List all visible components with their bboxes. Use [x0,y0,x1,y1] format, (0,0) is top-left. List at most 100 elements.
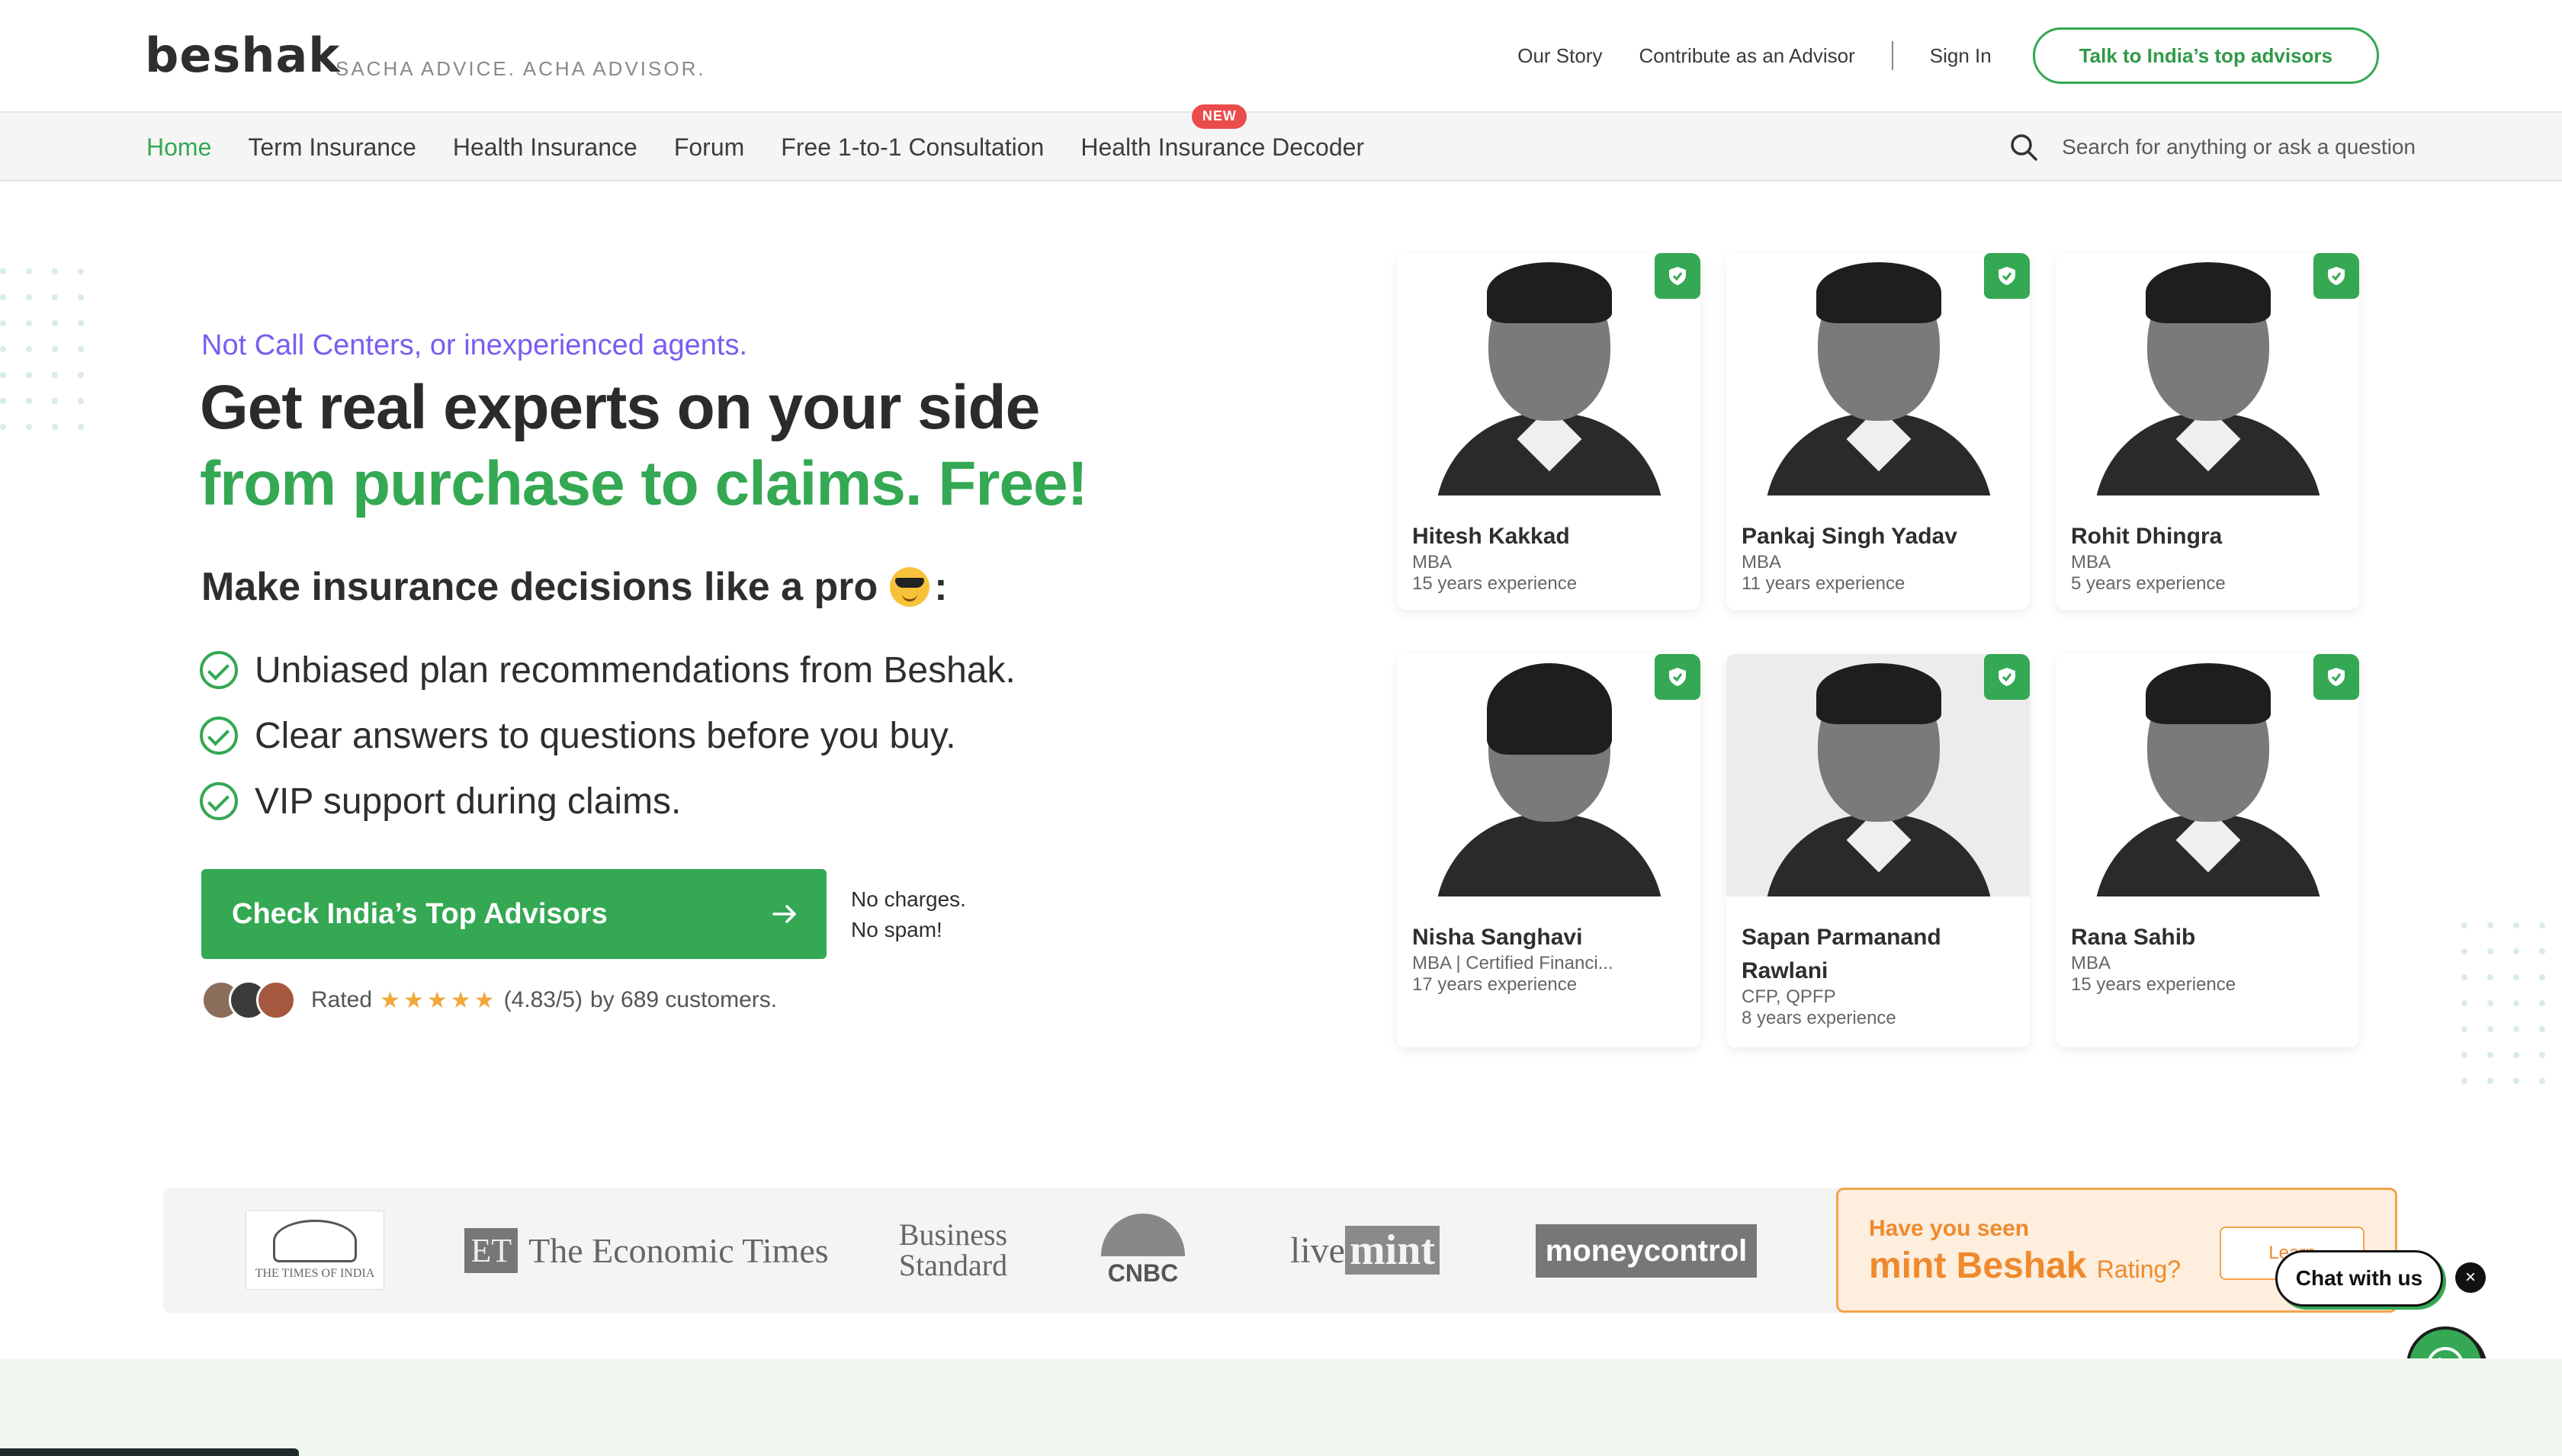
mint-prefix: live [1290,1230,1345,1271]
promo-rating-word: Rating? [2096,1256,2182,1283]
beshak-logo[interactable]: beshak [145,27,341,83]
nav-health-insurance[interactable]: Health Insurance [453,133,637,162]
search-bar[interactable]: Search for anything or ask a question [2008,113,2416,181]
nav-health-insurance-decoder[interactable]: Health Insurance Decoder NEW [1080,104,1365,162]
promo-brand-beshak: Beshak [1956,1246,2087,1286]
times-of-india-logo: THE TIMES OF INDIA [246,1211,384,1290]
star-icon: ★ [380,987,400,1013]
link-divider [1891,41,1893,70]
top-header: beshak SACHA ADVICE. ACHA ADVISOR. Our S… [0,0,2562,113]
no-charges-note: No charges. No spam! [851,884,966,945]
star-icon: ★ [450,987,471,1013]
economic-times-logo: ET The Economic Times [464,1211,829,1290]
verified-shield-icon [2313,253,2359,299]
toi-emblem-icon [273,1220,357,1262]
et-mark: ET [464,1227,518,1273]
verified-shield-icon [1984,253,2030,299]
livemint-logo: live mint [1281,1211,1449,1290]
tagline: SACHA ADVICE. ACHA ADVISOR. [336,57,706,80]
advisor-card[interactable]: Nisha Sanghavi MBA | Certified Financi..… [1397,654,1700,1047]
main-nav: Home Term Insurance Health Insurance For… [0,104,2562,181]
star-icon: ★ [426,987,448,1013]
sunglasses-emoji-icon [890,567,930,607]
peacock-icon [1101,1213,1185,1256]
decorative-dots-right [2461,922,2545,1084]
nav-forum[interactable]: Forum [674,133,744,162]
benefit-text: Unbiased plan recommendations from Besha… [255,649,1016,691]
no-spam-text: No spam! [851,918,942,941]
advisor-name: Rohit Dhingra [2071,524,2223,549]
promo-question: Have you seen [1869,1216,2030,1241]
advisor-qualification: CFP, QPFP [1742,986,1836,1007]
et-label: The Economic Times [528,1230,829,1270]
nav-free-consultation[interactable]: Free 1-to-1 Consultation [781,133,1044,162]
advisor-name: Hitesh Kakkad [1412,524,1570,549]
advisor-name: Sapan Parmanand Rawlani [1742,925,1941,983]
subhead-text: Make insurance decisions like a pro [201,565,878,609]
search-input[interactable]: Search for anything or ask a question [2062,135,2416,159]
verified-shield-icon [2313,654,2359,700]
bottom-toast-bar [0,1448,299,1456]
advisor-card[interactable]: Sapan Parmanand Rawlani CFP, QPFP 8 year… [1726,654,2030,1047]
promo-brand-mint: mint [1869,1246,1947,1286]
arrow-right-icon [772,905,796,923]
advisor-card[interactable]: Rana Sahib MBA 15 years experience [2056,654,2359,1047]
nav-term-insurance[interactable]: Term Insurance [248,133,416,162]
bs-line2: Standard [898,1248,1008,1282]
nav-decoder-label: Health Insurance Decoder [1080,133,1365,161]
advisor-experience: 11 years experience [1742,573,1905,594]
no-charges-text: No charges. [851,887,966,911]
advisor-experience: 15 years experience [2071,974,2236,995]
advisor-card[interactable]: Pankaj Singh Yadav MBA 11 years experien… [1726,253,2030,610]
benefit-list: Unbiased plan recommendations from Besha… [200,637,1016,834]
advisor-name: Rana Sahib [2071,925,2196,950]
hero-subhead: Make insurance decisions like a pro : [201,564,948,610]
advisor-name: Pankaj Singh Yadav [1742,524,1957,549]
benefit-text: VIP support during claims. [255,781,682,822]
advisor-qualification: MBA | Certified Financi... [1412,953,1613,973]
our-story-link[interactable]: Our Story [1517,44,1602,68]
subhead-colon: : [934,565,948,609]
customer-rating: Rated ★ ★ ★ ★ ★ (4.83/5) by 689 customer… [201,979,777,1021]
verified-shield-icon [1655,253,1700,299]
cta-label: Check India’s Top Advisors [232,897,608,930]
decorative-dots-left [0,268,84,430]
rating-prefix: Rated [311,987,373,1012]
advisor-qualification: MBA [2071,953,2111,973]
half-star-icon: ★ [474,987,495,1013]
talk-to-advisors-button[interactable]: Talk to India’s top advisors [2032,27,2379,84]
verified-shield-icon [1984,654,2030,700]
advisor-qualification: MBA [1412,552,1453,572]
advisor-experience: 5 years experience [2071,573,2226,594]
nav-home[interactable]: Home [146,133,211,162]
star-rating: ★ ★ ★ ★ ★ [380,987,498,1014]
promo-brand: mint Beshak Rating? [1869,1245,2181,1287]
top-links: Our Story Contribute as an Advisor Sign … [1481,27,2379,84]
search-icon [2011,134,2037,161]
benefit-item: Clear answers to questions before you bu… [200,703,1016,768]
bs-line1: Business [898,1217,1008,1252]
advisor-card[interactable]: Rohit Dhingra MBA 5 years experience [2056,253,2359,610]
rating-suffix: by 689 customers. [589,987,778,1012]
close-chat-icon[interactable]: × [2455,1262,2486,1293]
new-badge: NEW [1192,104,1247,129]
advisor-experience: 17 years experience [1412,974,1578,995]
advisor-experience: 8 years experience [1742,1008,1896,1028]
check-top-advisors-button[interactable]: Check India’s Top Advisors [201,869,827,959]
advisor-qualification: MBA [2071,552,2111,572]
avatar [256,980,296,1020]
advisor-experience: 15 years experience [1412,573,1578,594]
chat-with-us-button[interactable]: Chat with us [2275,1250,2443,1307]
advisor-name: Nisha Sanghavi [1412,925,1583,950]
benefit-item: Unbiased plan recommendations from Besha… [200,637,1016,703]
next-section-band [0,1358,2562,1456]
check-circle-icon [200,651,238,689]
advisor-card[interactable]: Hitesh Kakkad MBA 15 years experience [1397,253,1700,610]
verified-shield-icon [1655,654,1700,700]
star-icon: ★ [403,987,424,1013]
sign-in-link[interactable]: Sign In [1930,44,1992,68]
hero-title-highlight: from purchase to claims. Free! [200,449,1088,518]
benefit-text: Clear answers to questions before you bu… [255,715,956,756]
advisor-qualification: MBA [1742,552,1782,572]
contribute-advisor-link[interactable]: Contribute as an Advisor [1639,44,1854,68]
